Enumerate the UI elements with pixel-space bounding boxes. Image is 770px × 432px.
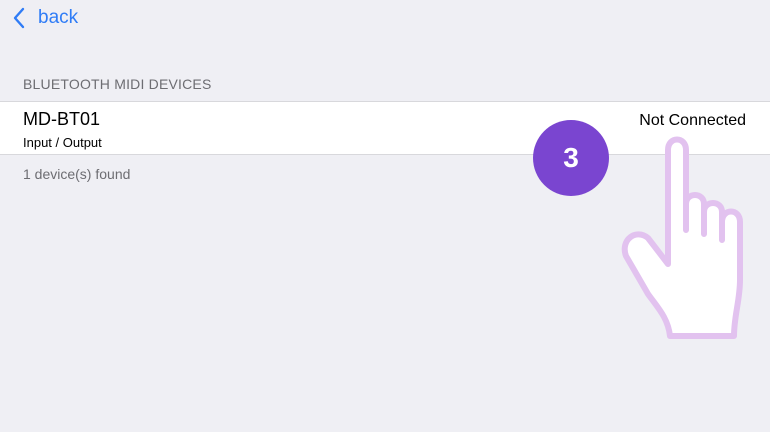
device-type: Input / Output	[23, 135, 102, 150]
pointing-hand-icon	[621, 136, 743, 339]
back-button[interactable]: back	[12, 5, 78, 31]
device-name: MD-BT01	[23, 109, 101, 129]
chevron-left-icon	[13, 7, 25, 29]
devices-found-count: 1 device(s) found	[23, 166, 131, 182]
connection-status[interactable]: Not Connected	[639, 112, 746, 130]
back-label: back	[38, 7, 79, 28]
step-badge: 3	[533, 120, 609, 196]
section-header: BLUETOOTH MIDI DEVICES	[23, 76, 212, 92]
